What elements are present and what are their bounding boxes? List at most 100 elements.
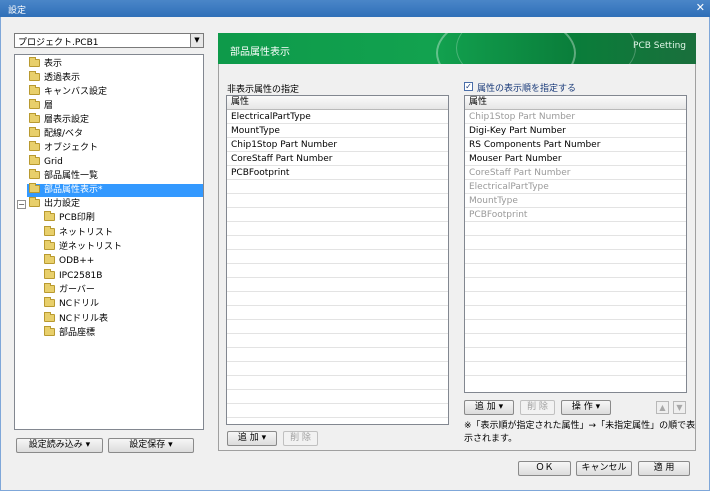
column-header[interactable]: 属性 <box>465 96 686 110</box>
tree-item-layer[interactable]: 層 <box>29 99 54 113</box>
folder-icon <box>44 211 55 221</box>
tree-item-grid[interactable]: Grid <box>29 155 63 169</box>
empty-row <box>465 292 686 306</box>
tree-item-label: オブジェクト <box>44 143 99 153</box>
panel-banner: 部品属性表示 PCB Setting <box>218 33 696 64</box>
tree-item-pcb-print[interactable]: PCB印刷 <box>44 211 95 225</box>
project-select-value: プロジェクト.PCB1 <box>18 38 99 48</box>
project-select[interactable]: プロジェクト.PCB1 ▼ <box>14 33 204 48</box>
empty-row <box>465 250 686 264</box>
list-item[interactable]: Mouser Part Number <box>465 152 686 166</box>
empty-row <box>227 222 448 236</box>
tree-item-label: 層表示設定 <box>44 115 90 125</box>
empty-row <box>465 222 686 236</box>
add-order-attr-button[interactable]: 追 加 ▾ <box>464 400 514 415</box>
order-checkbox[interactable]: ✓ <box>464 82 473 91</box>
page-title: 部品属性表示 <box>230 47 290 58</box>
tree-item-label: PCB印刷 <box>59 213 95 223</box>
order-note: ※「表示順が指定された属性」→「未指定属性」の順で表示されます。 <box>464 421 696 444</box>
column-header[interactable]: 属性 <box>227 96 448 110</box>
order-checkbox-label[interactable]: 属性の表示順を指定する <box>477 81 576 94</box>
apply-button[interactable]: 適 用 <box>638 461 690 476</box>
list-item[interactable]: Chip1Stop Part Number <box>227 138 448 152</box>
banner-subtitle: PCB Setting <box>633 41 686 51</box>
tree-item-transparent[interactable]: 透過表示 <box>29 71 80 85</box>
banner-decoration <box>456 33 636 64</box>
cancel-button[interactable]: キャンセル <box>576 461 632 476</box>
list-item[interactable]: MountType <box>227 124 448 138</box>
tree-item-display[interactable]: 表示 <box>29 57 63 71</box>
delete-hidden-attr-button[interactable]: 削 除 <box>283 431 318 446</box>
list-item[interactable]: PCBFootprint <box>465 208 686 222</box>
folder-icon <box>44 283 55 293</box>
empty-row <box>465 306 686 320</box>
folder-icon <box>29 127 40 137</box>
tree-item-label: NCドリル表 <box>59 314 109 324</box>
hidden-attr-list[interactable]: 属性 ElectricalPartType MountType Chip1Sto… <box>226 95 449 425</box>
list-item[interactable]: PCBFootprint <box>227 166 448 180</box>
add-hidden-attr-button[interactable]: 追 加 ▾ <box>227 431 277 446</box>
ok-button[interactable]: ＯＫ <box>518 461 571 476</box>
settings-tree[interactable]: 表示 透過表示 キャンバス設定 層 層表示設定 配線/ベタ オブジェクト Gri… <box>14 54 204 430</box>
move-down-icon[interactable]: ▼ <box>673 401 686 414</box>
tree-item-label: 部品属性表示* <box>44 185 103 195</box>
tree-item-label: 配線/ベタ <box>44 129 84 139</box>
tree-item-label: 層 <box>44 101 54 111</box>
tree-item-label: IPC2581B <box>59 271 103 281</box>
empty-row <box>227 264 448 278</box>
tree-item-label: 出力設定 <box>44 199 81 209</box>
empty-row <box>227 404 448 418</box>
empty-row <box>465 264 686 278</box>
move-up-icon[interactable]: ▲ <box>656 401 669 414</box>
empty-row <box>465 362 686 376</box>
list-item[interactable]: Chip1Stop Part Number <box>465 110 686 124</box>
list-item[interactable]: CoreStaff Part Number <box>227 152 448 166</box>
empty-row <box>465 320 686 334</box>
tree-item-nc-drill-table[interactable]: NCドリル表 <box>44 312 109 326</box>
tree-item-canvas[interactable]: キャンバス設定 <box>29 85 107 99</box>
empty-row <box>227 390 448 404</box>
list-item[interactable]: MountType <box>465 194 686 208</box>
tree-item-label: 表示 <box>44 59 63 69</box>
tree-item-part-attr-display[interactable]: 部品属性表示* <box>27 183 203 197</box>
operation-button[interactable]: 操 作 ▾ <box>561 400 611 415</box>
folder-icon <box>44 226 55 236</box>
collapse-icon[interactable]: − <box>17 200 26 209</box>
delete-order-attr-button[interactable]: 削 除 <box>520 400 555 415</box>
empty-row <box>227 348 448 362</box>
close-icon[interactable]: ✕ <box>696 1 705 14</box>
empty-row <box>227 194 448 208</box>
empty-row <box>227 180 448 194</box>
list-item[interactable]: CoreStaff Part Number <box>465 166 686 180</box>
save-settings-button[interactable]: 設定保存 ▾ <box>108 438 194 453</box>
tree-item-object[interactable]: オブジェクト <box>29 141 99 155</box>
display-order-list[interactable]: 属性 Chip1Stop Part Number Digi-Key Part N… <box>464 95 687 393</box>
tree-item-wiring[interactable]: 配線/ベタ <box>29 127 84 141</box>
tree-item-output[interactable]: 出力設定 <box>29 197 81 211</box>
tree-item-ipc2581b[interactable]: IPC2581B <box>44 269 103 283</box>
load-settings-button[interactable]: 設定読み込み ▾ <box>16 438 103 453</box>
tree-item-part-attr-list[interactable]: 部品属性一覧 <box>29 169 98 183</box>
list-item[interactable]: RS Components Part Number <box>465 138 686 152</box>
tree-item-label: Grid <box>44 157 63 167</box>
folder-icon <box>44 312 55 322</box>
folder-icon <box>29 57 40 67</box>
tree-item-netlist[interactable]: ネットリスト <box>44 226 113 240</box>
tree-item-gerber[interactable]: ガーバー <box>44 283 95 297</box>
tree-item-layer-display[interactable]: 層表示設定 <box>29 113 90 127</box>
list-item[interactable]: Digi-Key Part Number <box>465 124 686 138</box>
folder-icon <box>44 297 55 307</box>
empty-row <box>227 320 448 334</box>
folder-icon <box>29 71 40 81</box>
window-titlebar: 設定 ✕ <box>0 0 710 17</box>
tree-item-reverse-netlist[interactable]: 逆ネットリスト <box>44 240 123 254</box>
tree-item-part-coords[interactable]: 部品座標 <box>44 326 95 340</box>
tree-item-nc-drill[interactable]: NCドリル <box>44 297 100 311</box>
tree-item-odb[interactable]: ODB++ <box>44 254 94 268</box>
tree-item-label: 逆ネットリスト <box>59 242 123 252</box>
list-item[interactable]: ElectricalPartType <box>227 110 448 124</box>
list-item[interactable]: ElectricalPartType <box>465 180 686 194</box>
empty-row <box>227 278 448 292</box>
tree-item-label: NCドリル <box>59 299 100 309</box>
chevron-down-icon[interactable]: ▼ <box>190 34 203 47</box>
